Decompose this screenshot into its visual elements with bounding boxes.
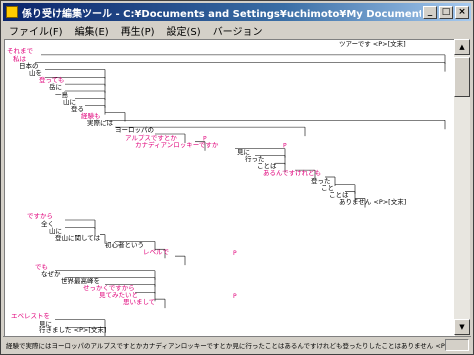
tree-node[interactable]: ツアーです <P>[文末]: [339, 41, 406, 48]
app-window: 係り受け編集ツール - C:¥Documents and Settings¥uc…: [0, 0, 474, 355]
tree-node[interactable]: 実際には: [87, 120, 113, 127]
tree-node[interactable]: カナディアンロッキーですか: [135, 141, 218, 149]
tree-node[interactable]: ヨーロッパの: [115, 127, 154, 134]
vertical-scrollbar[interactable]: ▲ ▼: [454, 39, 470, 335]
tree-node[interactable]: 初心者という: [105, 242, 144, 249]
maximize-button[interactable]: □: [439, 5, 453, 19]
tree-node[interactable]: それまで: [7, 47, 33, 55]
status-sentence: 経験で実際にはヨーロッパのアルプスですとかカナディアンロッキーですとか見に行った…: [6, 342, 445, 350]
menu-bar: ファイル(F) 編集(E) 再生(P) 設定(S) バージョン: [3, 22, 471, 39]
tree-node[interactable]: ありません <P>[文末]: [339, 199, 406, 206]
minimize-button[interactable]: _: [423, 5, 437, 19]
menu-settings[interactable]: 設定(S): [161, 23, 207, 38]
close-button[interactable]: ×: [455, 5, 469, 19]
tree-node[interactable]: レベルで: [143, 249, 169, 256]
status-bar: 経験で実際にはヨーロッパのアルプスですとかカナディアンロッキーですとか見に行った…: [3, 336, 471, 353]
tree-node[interactable]: 行きました <P>[文末]: [39, 327, 106, 334]
tree-node[interactable]: あるんですけれども: [263, 170, 321, 177]
tree-node[interactable]: ですから: [27, 213, 53, 220]
tree-lines: PPPP: [35, 54, 446, 336]
marker-icon: P: [283, 143, 287, 150]
marker-icon: P: [233, 293, 237, 300]
app-icon: [6, 6, 18, 18]
title-bar[interactable]: 係り受け編集ツール - C:¥Documents and Settings¥uc…: [3, 3, 471, 21]
scroll-up-icon[interactable]: ▲: [454, 39, 470, 55]
dependency-tree-canvas[interactable]: PPPP ツアーです <P>[文末] それまで 私は 日本の 山を 登っても 岳に 一島 山に登…: [4, 39, 455, 336]
marker-icon: P: [233, 250, 237, 257]
tree-node[interactable]: 登山に関しては: [55, 234, 100, 242]
menu-file[interactable]: ファイル(F): [3, 23, 69, 38]
status-cell: [445, 339, 469, 351]
tree-node[interactable]: なぜか: [41, 270, 61, 278]
tree-node[interactable]: エベレストを: [11, 312, 50, 320]
scroll-down-icon[interactable]: ▼: [454, 319, 470, 335]
window-title: 係り受け編集ツール - C:¥Documents and Settings¥uc…: [22, 8, 421, 20]
menu-version[interactable]: バージョン: [207, 23, 269, 38]
menu-play[interactable]: 再生(P): [115, 23, 161, 38]
tree-node[interactable]: 思いまして: [123, 299, 155, 306]
menu-edit[interactable]: 編集(E): [69, 23, 115, 38]
tree-node[interactable]: 岳に: [49, 84, 62, 91]
scroll-thumb[interactable]: [454, 57, 470, 97]
